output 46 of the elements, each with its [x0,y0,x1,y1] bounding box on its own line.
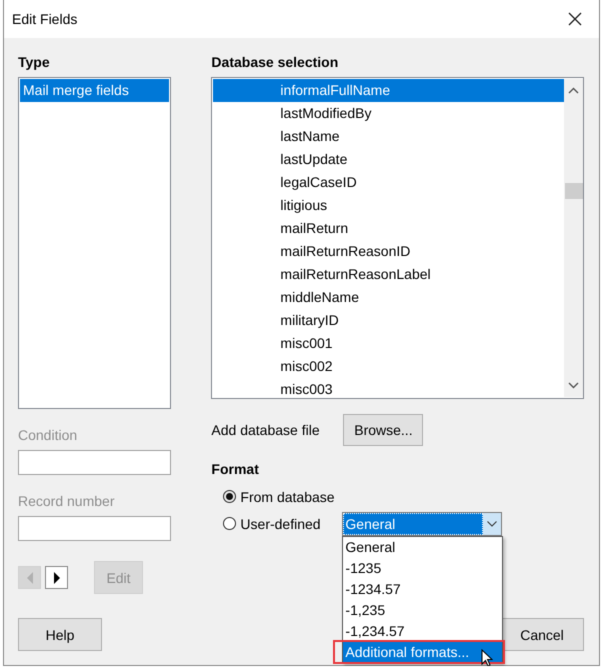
dropdown-option[interactable]: Additional formats... [343,642,502,662]
scroll-up-icon[interactable] [568,87,579,94]
scroll-down-icon[interactable] [568,382,579,389]
record-number-label: Record number [18,492,116,511]
browse-button[interactable]: Browse... [343,414,424,446]
database-field-item[interactable]: mailReturn [213,217,564,240]
mouse-pointer-icon [481,648,494,666]
dropdown-option[interactable]: -1234.57 [343,578,502,600]
dialog-button[interactable]: Cancel [500,618,584,651]
window-title: Edit Fields [12,11,78,27]
database-field-item[interactable]: misc002 [213,355,564,378]
format-label: Format [211,460,260,479]
right-triangle-icon [54,572,60,584]
type-item[interactable]: Mail merge fields [20,79,170,102]
database-field-item[interactable]: misc003 [213,378,564,397]
condition-label: Condition [18,426,78,445]
database-field-item[interactable]: misc001 [213,332,564,355]
database-field-item[interactable]: lastName [213,125,564,148]
radio-button[interactable] [223,517,236,530]
add-database-label: Add database file [211,422,321,438]
database-field-item[interactable]: informalFullName [213,79,564,102]
format-dropdown[interactable]: General [342,512,502,536]
radio-label[interactable]: From database [240,488,342,504]
left-triangle-icon [26,572,32,584]
close-icon[interactable] [568,12,582,26]
scrollbar[interactable] [564,79,583,397]
dropdown-option[interactable]: -1235 [343,558,502,578]
dialog-button[interactable]: Help [18,618,102,651]
database-field-item[interactable]: mailReturnReasonLabel [213,263,564,286]
database-field-item[interactable]: legalCaseID [213,171,564,194]
next-button[interactable] [45,566,68,589]
dropdown-option[interactable]: -1,234.57 [343,620,502,642]
database-field-item[interactable]: lastModifiedBy [213,102,564,125]
database-field-item[interactable]: litigious [213,194,564,217]
database-field-item[interactable]: middleName [213,286,564,309]
dropdown-option[interactable]: General [343,536,502,558]
scroll-thumb[interactable] [565,183,583,199]
database-field-item[interactable]: militaryID [213,309,564,332]
radio-label[interactable]: User-defined [240,516,342,532]
database-field-item[interactable]: mailReturnReasonID [213,240,564,263]
database-selection-label: Database selection [211,53,340,72]
database-field-item[interactable]: lastUpdate [213,148,564,171]
radio-button[interactable] [223,490,236,503]
type-label: Type [18,53,51,72]
dropdown-option[interactable]: -1,235 [343,600,502,620]
chevron-down-icon[interactable] [483,512,502,534]
